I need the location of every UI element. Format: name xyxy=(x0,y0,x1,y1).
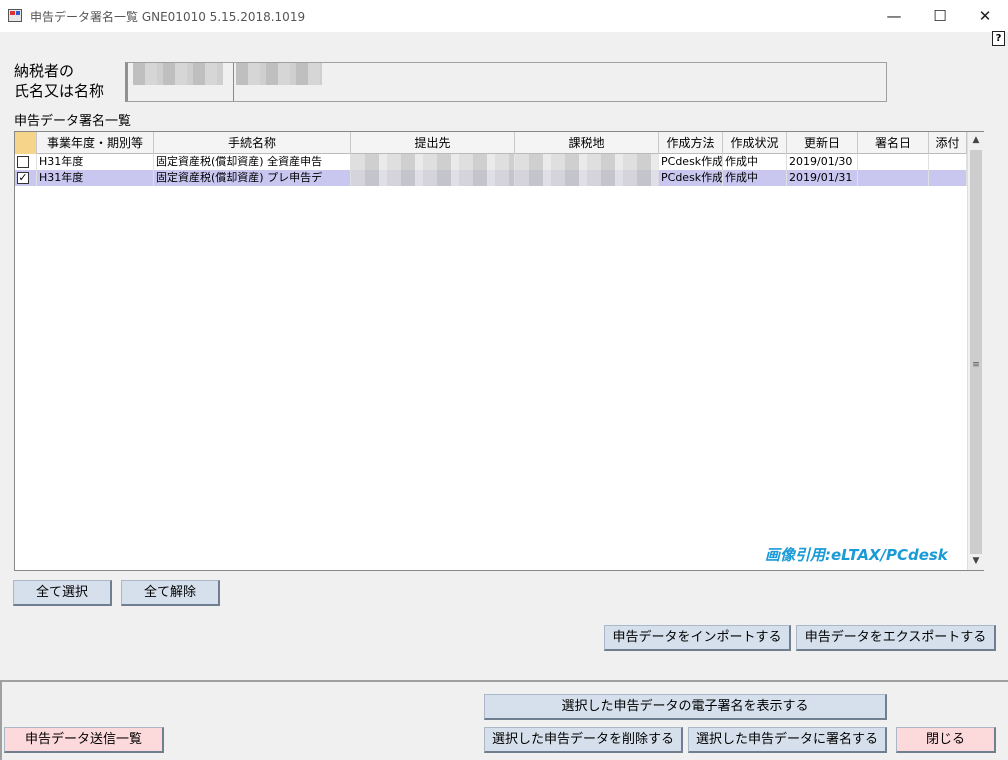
cell-updated: 2019/01/31 xyxy=(787,170,858,186)
cell-tax-location-masked xyxy=(515,154,659,170)
column-header-tax-location[interactable]: 課税地 xyxy=(515,132,659,154)
cell-signed xyxy=(858,154,929,170)
column-header-status[interactable]: 作成状況 xyxy=(723,132,787,154)
scroll-grip-icon: ≡ xyxy=(972,360,980,370)
list-section-label: 申告データ署名一覧 xyxy=(14,114,132,129)
show-signature-button[interactable]: 選択した申告データの電子署名を表示する xyxy=(484,694,887,720)
cell-submit-to-masked xyxy=(351,170,515,186)
cell-method: PCdesk作成 xyxy=(661,154,723,170)
cell-period: H31年度 xyxy=(37,154,154,170)
maximize-button[interactable]: ☐ xyxy=(917,0,963,32)
cell-updated: 2019/01/30 xyxy=(787,154,858,170)
column-header-submit-to[interactable]: 提出先 xyxy=(351,132,515,154)
row-checkbox-cell[interactable] xyxy=(15,154,37,170)
scroll-up-icon[interactable]: ▲ xyxy=(968,132,984,149)
sign-button[interactable]: 選択した申告データに署名する xyxy=(688,727,887,753)
table-row[interactable]: H31年度 固定資産税(償却資産) 全資産申告 PCdesk作成 作成中 201… xyxy=(15,154,967,170)
cell-status: 作成中 xyxy=(723,170,787,186)
cell-attach xyxy=(929,170,967,186)
grid-header: 事業年度・期別等 手続名称 提出先 課税地 作成方法 作成状況 更新日 署名日 … xyxy=(15,132,967,154)
masked-name-part xyxy=(236,63,322,85)
help-icon[interactable]: ? xyxy=(992,31,1005,46)
cell-tax-location-masked xyxy=(515,170,659,186)
column-header-method[interactable]: 作成方法 xyxy=(659,132,723,154)
close-window-button[interactable]: ✕ xyxy=(962,0,1008,32)
column-header-attach[interactable]: 添付 xyxy=(929,132,967,154)
row-checkbox[interactable] xyxy=(17,156,29,168)
vertical-scrollbar[interactable]: ▲ ≡ ▼ xyxy=(967,132,984,570)
declaration-data-grid[interactable]: 事業年度・期別等 手続名称 提出先 課税地 作成方法 作成状況 更新日 署名日 … xyxy=(14,131,984,571)
masked-name-part xyxy=(133,63,223,85)
delete-button[interactable]: 選択した申告データを削除する xyxy=(484,727,683,753)
select-all-corner[interactable] xyxy=(15,132,37,154)
window-title: 申告データ署名一覧 GNE01010 5.15.2018.1019 xyxy=(30,10,306,24)
cell-status: 作成中 xyxy=(723,154,787,170)
deselect-all-button[interactable]: 全て解除 xyxy=(121,580,220,606)
minimize-button[interactable]: — xyxy=(871,0,917,32)
footer-left-border xyxy=(0,681,2,760)
export-button[interactable]: 申告データをエクスポートする xyxy=(796,625,996,651)
cell-attach xyxy=(929,154,967,170)
taxpayer-name-label: 納税者の 氏名又は名称 xyxy=(14,62,105,100)
cell-period: H31年度 xyxy=(37,170,154,186)
image-credit-watermark: 画像引用:eLTAX/PCdesk xyxy=(765,546,948,564)
row-checkbox-cell[interactable]: ✓ xyxy=(15,170,37,186)
send-list-button[interactable]: 申告データ送信一覧 xyxy=(4,727,164,753)
column-header-period[interactable]: 事業年度・期別等 xyxy=(37,132,154,154)
cell-method: PCdesk作成 xyxy=(661,170,723,186)
select-all-button[interactable]: 全て選択 xyxy=(13,580,112,606)
footer-divider xyxy=(0,680,1008,682)
column-header-updated[interactable]: 更新日 xyxy=(787,132,858,154)
column-header-signed[interactable]: 署名日 xyxy=(858,132,929,154)
cell-signed xyxy=(858,170,929,186)
cell-procedure: 固定資産税(償却資産) 全資産申告 xyxy=(154,154,351,170)
column-header-procedure[interactable]: 手続名称 xyxy=(154,132,351,154)
cell-procedure: 固定資産税(償却資産) プレ申告デ xyxy=(154,170,351,186)
scroll-down-icon[interactable]: ▼ xyxy=(968,553,984,570)
close-button[interactable]: 閉じる xyxy=(896,727,996,753)
table-row-selected[interactable]: ✓ H31年度 固定資産税(償却資産) プレ申告デ PCdesk作成 作成中 2… xyxy=(15,170,967,186)
row-checkbox[interactable]: ✓ xyxy=(17,172,29,184)
import-button[interactable]: 申告データをインポートする xyxy=(604,625,791,651)
field-separator xyxy=(233,63,234,101)
app-icon xyxy=(8,9,22,22)
taxpayer-name-field xyxy=(125,62,887,102)
title-bar: 申告データ署名一覧 GNE01010 5.15.2018.1019 — ☐ ✕ xyxy=(0,0,1008,32)
scrollbar-thumb[interactable]: ≡ xyxy=(970,150,982,554)
cell-submit-to-masked xyxy=(351,154,515,170)
